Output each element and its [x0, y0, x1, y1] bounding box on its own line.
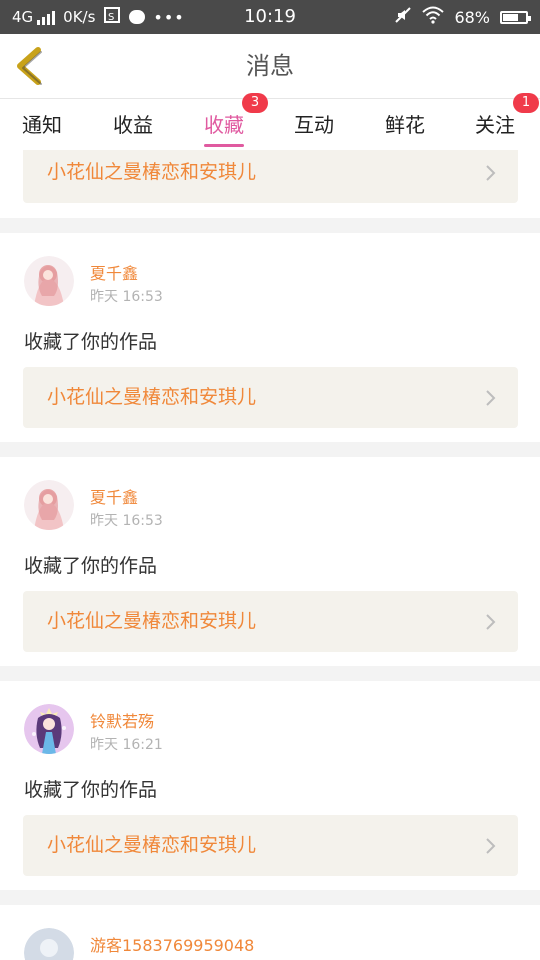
- avatar[interactable]: [24, 256, 74, 306]
- work-link[interactable]: 小花仙之曼椿恋和安琪儿: [23, 150, 518, 203]
- battery-percent: 68%: [454, 7, 490, 27]
- message-time: 昨天 16:53: [90, 513, 163, 529]
- work-link[interactable]: 小花仙之曼椿恋和安琪儿: [23, 815, 518, 876]
- page-title: 消息: [246, 52, 294, 80]
- network-speed: 0K/s: [63, 8, 96, 26]
- tab-badge: 3: [242, 93, 268, 113]
- message-text: 收藏了你的作品: [24, 331, 158, 353]
- wifi-icon: [422, 6, 445, 28]
- message-time: 昨天 16:53: [90, 289, 163, 305]
- message-time: 昨天 16:21: [90, 737, 163, 753]
- work-title: 小花仙之曼椿恋和安琪儿: [47, 386, 257, 408]
- status-bar: 4G 0K/s S ••• 10:19 68%: [0, 0, 540, 34]
- tab-label: 通知: [22, 113, 62, 137]
- avatar[interactable]: [24, 928, 74, 960]
- tab-notification[interactable]: 通知: [22, 99, 62, 151]
- active-tab-indicator: [204, 144, 244, 147]
- message-card: 游客1583769959048: [0, 905, 540, 960]
- tab-label: 互动: [294, 113, 334, 137]
- message-card: 小花仙之曼椿恋和安琪儿: [0, 150, 540, 218]
- message-card: 夏千鑫 昨天 16:53 收藏了你的作品 小花仙之曼椿恋和安琪儿: [0, 233, 540, 442]
- message-card: 铃默若殇 昨天 16:21 收藏了你的作品 小花仙之曼椿恋和安琪儿: [0, 681, 540, 890]
- tab-interaction[interactable]: 互动: [294, 99, 334, 151]
- tab-flowers[interactable]: 鲜花: [385, 99, 425, 151]
- user-name[interactable]: 夏千鑫: [90, 260, 138, 284]
- tab-label: 鲜花: [385, 113, 425, 137]
- tab-follow[interactable]: 关注 1: [475, 93, 539, 151]
- message-text: 收藏了你的作品: [24, 555, 158, 577]
- message-card: 夏千鑫 昨天 16:53 收藏了你的作品 小花仙之曼椿恋和安琪儿: [0, 457, 540, 666]
- tab-label: 关注: [475, 113, 515, 137]
- chevron-right-icon: [486, 614, 496, 630]
- chevron-right-icon: [486, 390, 496, 406]
- tab-bar: 通知 收益 收藏 3 互动 鲜花 关注 1: [0, 93, 540, 151]
- more-icon: •••: [153, 7, 185, 27]
- chevron-right-icon: [486, 838, 496, 854]
- chat-icon: [129, 10, 146, 24]
- user-name[interactable]: 夏千鑫: [90, 484, 138, 508]
- network-type: 4G: [12, 8, 34, 26]
- battery-icon: [500, 10, 531, 24]
- message-text: 收藏了你的作品: [24, 779, 158, 801]
- user-name[interactable]: 铃默若殇: [90, 708, 154, 732]
- back-button[interactable]: [8, 42, 56, 90]
- tab-earnings[interactable]: 收益: [113, 99, 153, 151]
- message-feed[interactable]: 小花仙之曼椿恋和安琪儿 夏千鑫 昨天 16:53 收藏了你的作品 小花仙之曼椿恋…: [0, 150, 540, 960]
- chevron-right-icon: [486, 165, 496, 181]
- work-link[interactable]: 小花仙之曼椿恋和安琪儿: [23, 367, 518, 428]
- signal-icon: [37, 9, 56, 25]
- tab-label: 收益: [113, 113, 153, 137]
- tab-label: 收藏: [204, 113, 244, 137]
- work-link[interactable]: 小花仙之曼椿恋和安琪儿: [23, 591, 518, 652]
- chevron-left-icon: [17, 47, 42, 85]
- mute-icon: [394, 6, 412, 28]
- work-title: 小花仙之曼椿恋和安琪儿: [47, 610, 257, 632]
- app-header: 消息: [0, 34, 540, 98]
- user-name[interactable]: 游客1583769959048: [90, 932, 254, 956]
- screenshot-icon: S: [103, 6, 121, 28]
- avatar[interactable]: [24, 480, 74, 530]
- tab-badge: 1: [513, 93, 539, 113]
- avatar[interactable]: [24, 704, 74, 754]
- tab-favorites[interactable]: 收藏 3: [204, 93, 268, 151]
- svg-text:S: S: [108, 12, 114, 23]
- work-title: 小花仙之曼椿恋和安琪儿: [47, 161, 257, 183]
- work-title: 小花仙之曼椿恋和安琪儿: [47, 834, 257, 856]
